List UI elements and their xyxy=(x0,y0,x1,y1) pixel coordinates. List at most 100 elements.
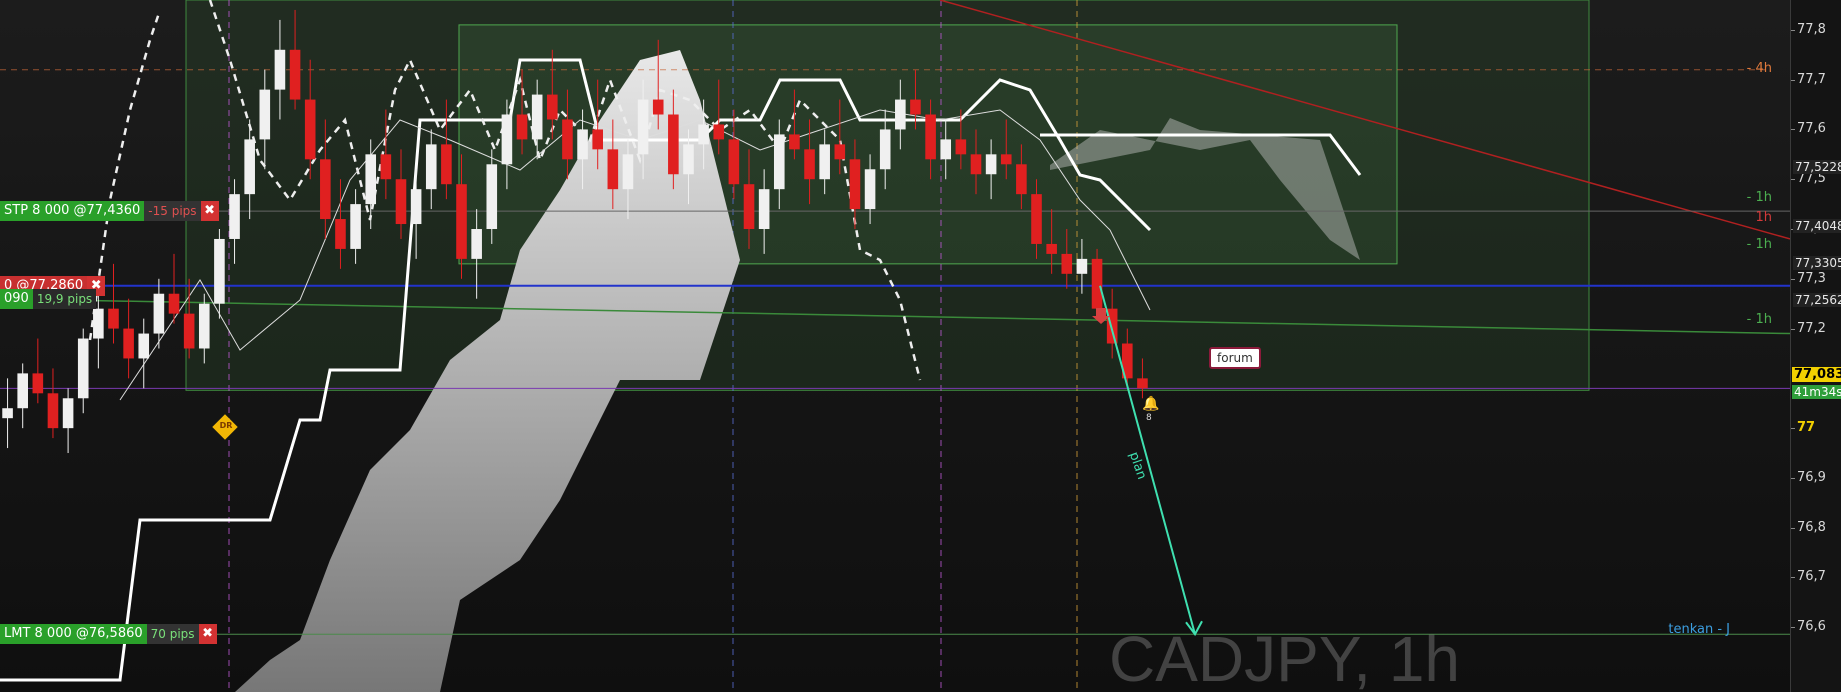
axis-tick-label: 76,6 xyxy=(1797,619,1826,635)
price-axis[interactable]: 77,877,777,677,577,477,377,27776,976,876… xyxy=(1790,0,1841,692)
candle-body-42 xyxy=(637,99,649,155)
axis-tick-mark xyxy=(1791,29,1795,31)
candle-body-7 xyxy=(108,308,119,329)
axis-tick-label: 77,2 xyxy=(1797,320,1826,336)
candle-body-21 xyxy=(320,159,331,220)
candle-body-69 xyxy=(1046,243,1057,254)
candle-body-0 xyxy=(2,408,13,419)
candle-body-41 xyxy=(622,154,634,190)
timeframe-label-2: - 1h xyxy=(1746,237,1772,253)
candle-body-64 xyxy=(970,154,982,175)
candle-body-26 xyxy=(395,179,407,225)
candle-body-31 xyxy=(471,229,482,259)
candle-body-72 xyxy=(1091,258,1103,309)
candle-body-18 xyxy=(274,49,286,90)
candle-body-62 xyxy=(940,139,952,160)
candle-body-27 xyxy=(410,189,422,225)
axis-tick-label: 76,8 xyxy=(1797,519,1826,535)
candle-body-17 xyxy=(259,89,271,140)
candle-body-68 xyxy=(1031,194,1042,244)
candle-body-47 xyxy=(713,124,725,140)
candle-body-54 xyxy=(819,144,830,180)
candle-body-66 xyxy=(1000,154,1012,165)
symbol-watermark: CADJPY, 1h xyxy=(1109,623,1460,692)
candle-body-33 xyxy=(501,114,513,165)
order-label: LMT 8 000 @76,5860 xyxy=(0,624,147,645)
candle-body-63 xyxy=(955,139,967,155)
candle-body-37 xyxy=(562,119,573,160)
axis-price-tag: 77,2562 xyxy=(1793,292,1841,307)
dr-badge-label: DR xyxy=(219,421,233,430)
timeframe-label-1: - 1h xyxy=(1746,190,1772,206)
candle-body-12 xyxy=(183,313,195,349)
axis-tick-label: 77,8 xyxy=(1797,21,1826,37)
order-tag-limit[interactable]: LMT 8 000 @76,5860 70 pips ✖ xyxy=(0,624,217,645)
candle-body-58 xyxy=(879,129,891,170)
candle-body-14 xyxy=(214,238,225,304)
alert-bell-icon[interactable]: 🔔 xyxy=(1142,396,1159,412)
order-label: STP 8 000 @77,4360 xyxy=(0,201,145,222)
candle-body-13 xyxy=(198,303,210,349)
candle-body-10 xyxy=(153,293,165,334)
axis-tick-label: 76,7 xyxy=(1797,569,1826,585)
candle-body-75 xyxy=(1137,378,1148,389)
candle-body-71 xyxy=(1076,258,1088,274)
last-price-tag: 77,0838 xyxy=(1792,367,1841,382)
axis-tick-mark xyxy=(1791,527,1795,529)
candle-body-8 xyxy=(123,328,134,359)
candle-body-34 xyxy=(516,114,528,140)
candle-body-56 xyxy=(849,159,861,210)
alert-count: 8 xyxy=(1146,413,1152,423)
candle-body-55 xyxy=(834,144,846,160)
axis-tick-label: 77 xyxy=(1797,420,1816,436)
candle-body-1 xyxy=(17,373,28,409)
timeframe-label-4: - 1h xyxy=(1746,312,1772,328)
candle-body-32 xyxy=(486,164,498,230)
candle-body-50 xyxy=(758,189,770,230)
chart-area[interactable]: STP 8 000 @77,4360 -15 pips ✖ 0 @77,2860 ✖ 09… xyxy=(0,0,1790,692)
candle-body-43 xyxy=(652,99,664,115)
candle-body-20 xyxy=(304,99,316,160)
order-tag-stop[interactable]: STP 8 000 @77,4360 -15 pips ✖ xyxy=(0,201,219,222)
forum-note[interactable]: forum xyxy=(1209,347,1261,369)
candle-body-30 xyxy=(456,184,467,259)
axis-tick-mark xyxy=(1791,278,1795,280)
candle-body-67 xyxy=(1016,164,1027,195)
candle-body-35 xyxy=(531,94,543,140)
close-order-icon[interactable]: ✖ xyxy=(200,201,219,222)
candle-body-44 xyxy=(668,114,679,175)
candle-body-48 xyxy=(728,139,740,185)
order-tag-profit[interactable]: 090 19,9 pips xyxy=(0,288,97,309)
candle-body-57 xyxy=(864,169,876,210)
close-order-icon[interactable]: ✖ xyxy=(198,624,217,645)
candle-body-9 xyxy=(138,333,150,359)
candle-body-39 xyxy=(592,129,603,150)
candle-body-25 xyxy=(380,154,392,180)
axis-price-tag: 77,3305 xyxy=(1793,255,1841,270)
axis-tick-mark xyxy=(1791,428,1795,430)
candle-body-46 xyxy=(698,124,709,145)
candle-body-24 xyxy=(365,154,377,205)
candle-body-28 xyxy=(425,144,437,190)
axis-tick-mark xyxy=(1791,129,1795,131)
candle-body-70 xyxy=(1061,253,1073,274)
candle-body-11 xyxy=(168,293,180,314)
axis-tick-mark xyxy=(1791,179,1795,181)
candle-body-36 xyxy=(547,94,558,120)
timeframe-label-0: - 4h xyxy=(1746,60,1772,76)
order-pips: 70 pips xyxy=(146,624,199,645)
candle-body-65 xyxy=(985,154,997,175)
candle-body-3 xyxy=(47,393,59,429)
axis-tick-mark xyxy=(1791,477,1795,479)
candle-body-23 xyxy=(350,204,361,249)
candle-body-60 xyxy=(910,99,921,115)
axis-tick-mark xyxy=(1791,627,1795,629)
bar-countdown: 41m34s xyxy=(1792,385,1841,399)
order-pips: -15 pips xyxy=(144,201,201,222)
candle-body-2 xyxy=(32,373,44,394)
candle-body-59 xyxy=(895,99,906,130)
axis-tick-label: 76,9 xyxy=(1797,469,1826,485)
timeframe-label-5: tenkan - J xyxy=(1668,622,1730,638)
order-label: 090 xyxy=(0,288,33,309)
candle-body-4 xyxy=(62,398,74,429)
